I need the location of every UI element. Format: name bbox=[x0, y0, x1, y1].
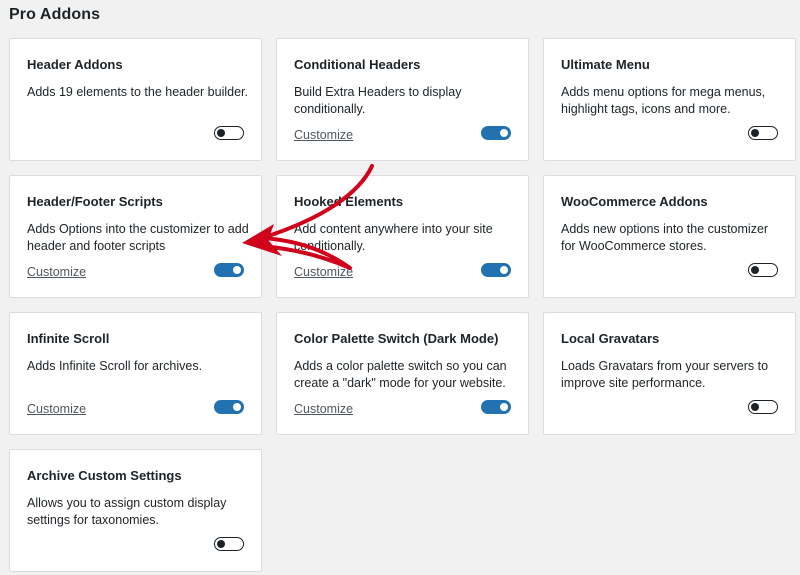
addons-grid: Header Addons Adds 19 elements to the he… bbox=[9, 38, 796, 572]
addon-card-conditional-headers: Conditional Headers Build Extra Headers … bbox=[276, 38, 529, 161]
addon-card-archive-custom-settings: Archive Custom Settings Allows you to as… bbox=[9, 449, 262, 572]
toggle-knob bbox=[751, 402, 759, 411]
addon-description: Adds Infinite Scroll for archives. bbox=[27, 359, 203, 373]
addon-toggle[interactable] bbox=[214, 126, 244, 140]
addon-card-woocommerce-addons: WooCommerce Addons Adds new options into… bbox=[543, 175, 796, 298]
addon-title: Archive Custom Settings bbox=[27, 468, 182, 483]
customize-link[interactable]: Customize bbox=[27, 402, 86, 416]
addon-toggle[interactable] bbox=[214, 400, 244, 414]
addon-description: Adds 19 elements to the header builder. bbox=[27, 85, 248, 99]
addon-description: Adds a color palette switch so you can c… bbox=[294, 359, 507, 390]
addon-description: Adds Options into the customizer to add … bbox=[27, 222, 249, 253]
addon-toggle[interactable] bbox=[481, 126, 511, 140]
addon-card-hooked-elements: Hooked Elements Add content anywhere int… bbox=[276, 175, 529, 298]
addon-toggle[interactable] bbox=[214, 537, 244, 551]
addon-description: Loads Gravatars from your servers to imp… bbox=[561, 359, 769, 390]
addon-title: Conditional Headers bbox=[294, 57, 421, 72]
customize-link[interactable]: Customize bbox=[294, 402, 353, 416]
toggle-knob bbox=[500, 402, 508, 411]
toggle-knob bbox=[233, 265, 241, 274]
addon-toggle[interactable] bbox=[481, 400, 511, 414]
toggle-knob bbox=[500, 265, 508, 274]
addon-card-local-gravatars: Local Gravatars Loads Gravatars from you… bbox=[543, 312, 796, 435]
addon-card-header-footer-scripts: Header/Footer Scripts Adds Options into … bbox=[9, 175, 262, 298]
addon-title: Local Gravatars bbox=[561, 331, 660, 346]
addon-title: Ultimate Menu bbox=[561, 57, 650, 72]
addon-description: Add content anywhere into your site cond… bbox=[294, 222, 493, 253]
addon-description: Adds new options into the customizer for… bbox=[561, 222, 769, 253]
page-title: Pro Addons bbox=[9, 6, 101, 23]
toggle-knob bbox=[217, 128, 225, 137]
customize-link[interactable]: Customize bbox=[294, 128, 353, 142]
addon-toggle[interactable] bbox=[748, 400, 778, 414]
addon-card-infinite-scroll: Infinite Scroll Adds Infinite Scroll for… bbox=[9, 312, 262, 435]
addon-title: Hooked Elements bbox=[294, 194, 404, 209]
addon-toggle[interactable] bbox=[748, 126, 778, 140]
addon-card-header-addons: Header Addons Adds 19 elements to the he… bbox=[9, 38, 262, 161]
customize-link[interactable]: Customize bbox=[294, 265, 353, 279]
addon-toggle[interactable] bbox=[214, 263, 244, 277]
addon-description: Allows you to assign custom display sett… bbox=[27, 496, 227, 527]
toggle-knob bbox=[751, 128, 759, 137]
addon-card-color-palette-switch: Color Palette Switch (Dark Mode) Adds a … bbox=[276, 312, 529, 435]
addon-title: Header/Footer Scripts bbox=[27, 194, 163, 209]
toggle-knob bbox=[751, 265, 759, 274]
addon-title: Color Palette Switch (Dark Mode) bbox=[294, 331, 499, 346]
addon-title: Header Addons bbox=[27, 57, 123, 72]
addon-title: WooCommerce Addons bbox=[561, 194, 708, 209]
toggle-knob bbox=[233, 402, 241, 411]
addon-card-ultimate-menu: Ultimate Menu Adds menu options for mega… bbox=[543, 38, 796, 161]
addon-toggle[interactable] bbox=[748, 263, 778, 277]
addon-description: Build Extra Headers to display condition… bbox=[294, 85, 462, 116]
customize-link[interactable]: Customize bbox=[27, 265, 86, 279]
addon-description: Adds menu options for mega menus, highli… bbox=[561, 85, 766, 116]
addon-toggle[interactable] bbox=[481, 263, 511, 277]
toggle-knob bbox=[500, 128, 508, 137]
addon-title: Infinite Scroll bbox=[27, 331, 110, 346]
toggle-knob bbox=[217, 539, 225, 548]
